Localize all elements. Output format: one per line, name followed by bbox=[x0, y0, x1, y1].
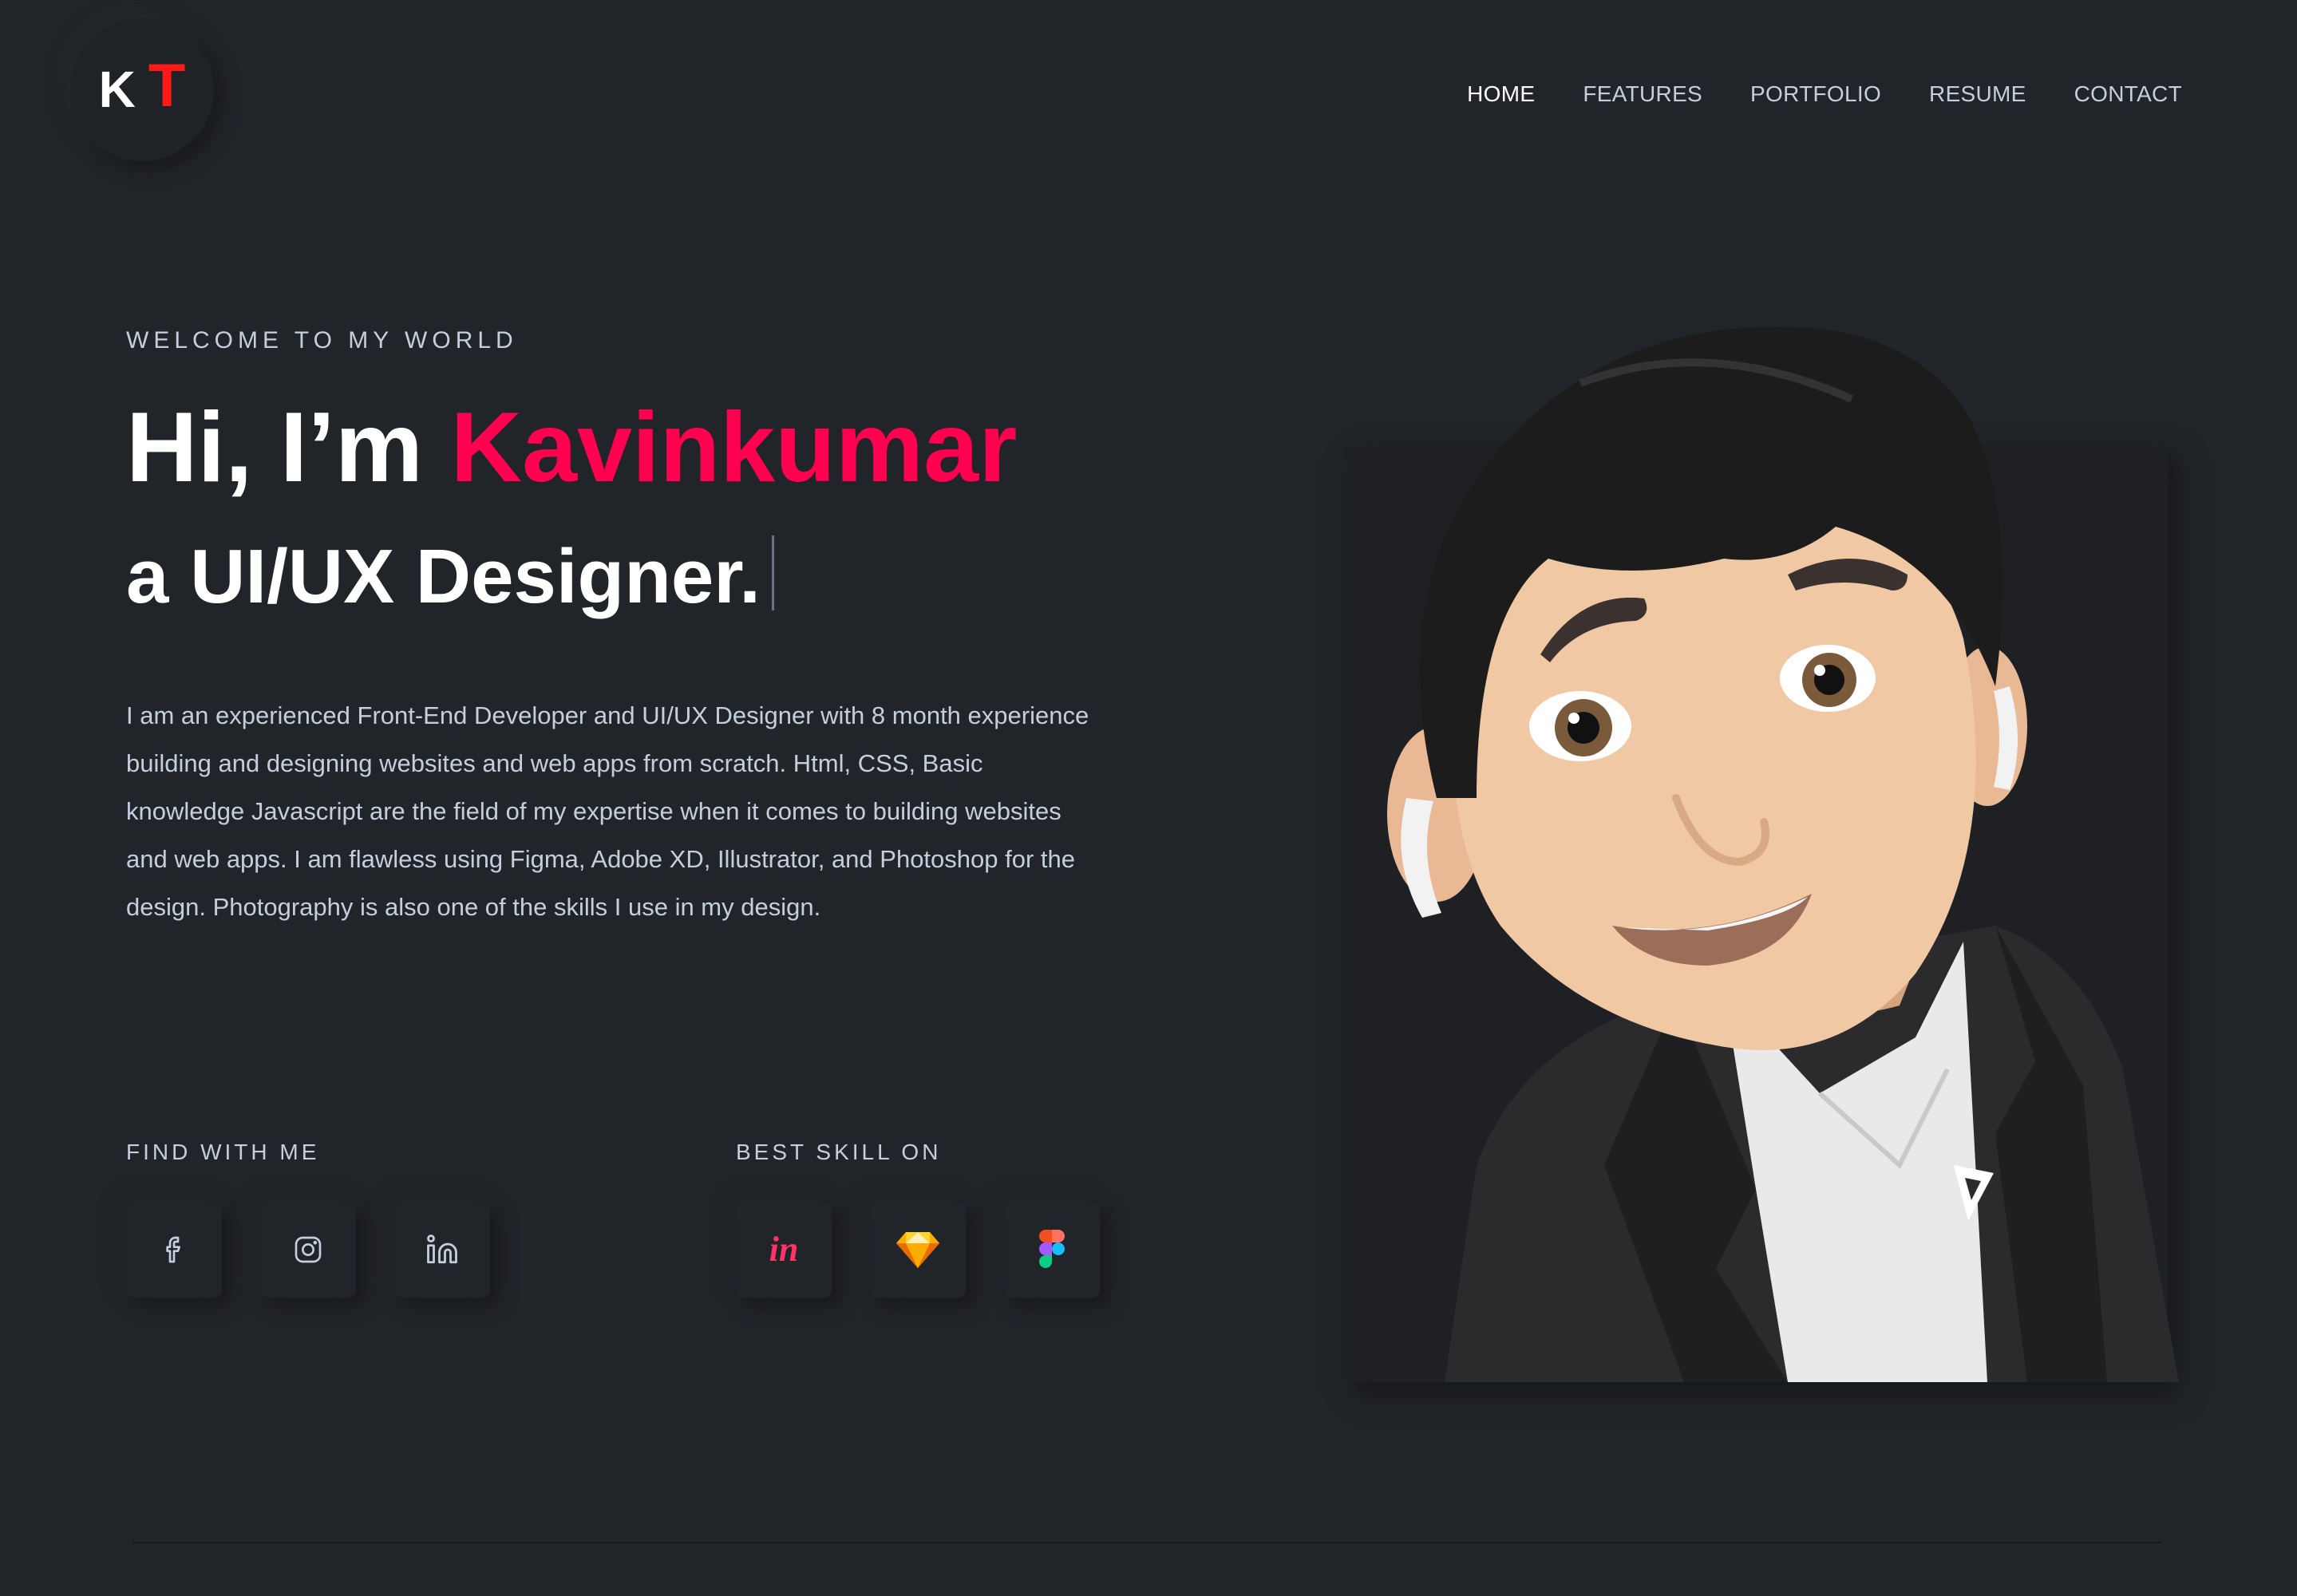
main-nav: HOME FEATURES PORTFOLIO RESUME CONTACT bbox=[1467, 81, 2182, 107]
facebook-icon bbox=[166, 1236, 180, 1263]
logo-letter-t: T bbox=[148, 51, 186, 120]
nav-features[interactable]: FEATURES bbox=[1583, 81, 1702, 107]
skill-tools: in bbox=[736, 1202, 1100, 1298]
find-with-me-label: FIND WITH ME bbox=[126, 1140, 320, 1164]
linkedin-icon bbox=[427, 1235, 457, 1264]
page: K T HOME FEATURES PORTFOLIO RESUME CONTA… bbox=[0, 0, 2297, 1596]
figma-button[interactable] bbox=[1004, 1202, 1100, 1298]
invision-icon: in bbox=[769, 1230, 799, 1269]
avatar-illustration bbox=[1387, 326, 2179, 1382]
nav-contact[interactable]: CONTACT bbox=[2074, 81, 2182, 107]
hero-headline: Hi, I’m Kavinkumar bbox=[126, 391, 1017, 505]
hero-name: Kavinkumar bbox=[450, 393, 1018, 503]
instagram-button[interactable] bbox=[260, 1202, 356, 1298]
section-divider bbox=[132, 1542, 2161, 1543]
sketch-icon bbox=[896, 1232, 939, 1268]
nav-resume[interactable]: RESUME bbox=[1929, 81, 2026, 107]
hero-greeting: Hi, I’m bbox=[126, 393, 451, 503]
linkedin-button[interactable] bbox=[394, 1202, 490, 1298]
nav-home[interactable]: HOME bbox=[1467, 81, 1535, 107]
welcome-text: WELCOME TO MY WORLD bbox=[126, 327, 518, 354]
figma-icon bbox=[1039, 1230, 1065, 1268]
hero-role-text: a UI/UX Designer. bbox=[126, 534, 761, 619]
social-links bbox=[126, 1202, 490, 1298]
facebook-button[interactable] bbox=[126, 1202, 222, 1298]
svg-text:in: in bbox=[769, 1230, 799, 1269]
hero-bio: I am an experienced Front-End Developer … bbox=[126, 701, 1089, 921]
hero-role: a UI/UX Designer. bbox=[126, 533, 774, 621]
logo[interactable]: K T bbox=[70, 18, 214, 161]
invision-button[interactable]: in bbox=[736, 1202, 832, 1298]
best-skill-on-label: BEST SKILL ON bbox=[736, 1140, 942, 1164]
logo-letter-k: K bbox=[98, 61, 136, 118]
instagram-icon bbox=[295, 1236, 322, 1263]
sketch-button[interactable] bbox=[870, 1202, 966, 1298]
nav-portfolio[interactable]: PORTFOLIO bbox=[1750, 81, 1881, 107]
typing-cursor bbox=[771, 535, 774, 610]
